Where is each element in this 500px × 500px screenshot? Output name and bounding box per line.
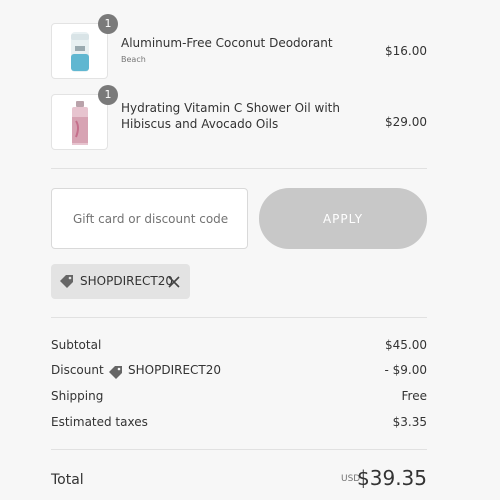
- product-price: $16.00: [385, 44, 427, 58]
- divider: [51, 168, 427, 169]
- total-value: $39.35: [357, 466, 427, 490]
- taxes-label: Estimated taxes: [51, 415, 148, 429]
- discount-value: - $9.00: [384, 363, 428, 377]
- taxes-row: Estimated taxes $3.35: [51, 415, 427, 431]
- product-thumbnail: [51, 94, 108, 150]
- product-thumbnail: [51, 23, 108, 79]
- apply-button[interactable]: APPLY: [259, 188, 427, 249]
- product-price: $29.00: [385, 115, 427, 129]
- divider: [51, 449, 427, 450]
- discount-row: Discount SHOPDIRECT20 - $9.00: [51, 363, 427, 379]
- product-name: Hydrating Vitamin C Shower Oil with Hibi…: [121, 101, 340, 131]
- cart-line-item: 1 Hydrating Vitamin C Shower Oil with Hi…: [51, 85, 427, 150]
- quantity-badge: 1: [98, 85, 118, 105]
- discount-code-input[interactable]: [51, 188, 248, 249]
- subtotal-value: $45.00: [385, 338, 427, 352]
- shipping-value: Free: [401, 389, 427, 403]
- divider: [51, 317, 427, 318]
- shipping-row: Shipping Free: [51, 389, 427, 405]
- product-variant: Beach: [121, 55, 146, 64]
- quantity-badge: 1: [98, 14, 118, 34]
- shipping-label: Shipping: [51, 389, 104, 403]
- subtotal-row: Subtotal $45.00: [51, 338, 427, 354]
- shower-oil-image: [72, 101, 88, 145]
- deodorant-image: [71, 32, 89, 72]
- close-icon[interactable]: [167, 274, 181, 293]
- tag-icon: [108, 364, 124, 383]
- discount-label: Discount: [51, 363, 104, 377]
- cart-line-item: 1 Aluminum-Free Coconut Deodorant Beach …: [51, 14, 427, 79]
- tag-icon: [59, 273, 75, 293]
- subtotal-label: Subtotal: [51, 338, 102, 352]
- discount-code-label: SHOPDIRECT20: [80, 274, 173, 288]
- discount-code: SHOPDIRECT20: [128, 363, 221, 377]
- taxes-value: $3.35: [392, 415, 427, 429]
- applied-discount-chip: SHOPDIRECT20: [51, 264, 190, 299]
- product-name: Aluminum-Free Coconut Deodorant: [121, 36, 333, 50]
- total-label: Total: [51, 472, 84, 488]
